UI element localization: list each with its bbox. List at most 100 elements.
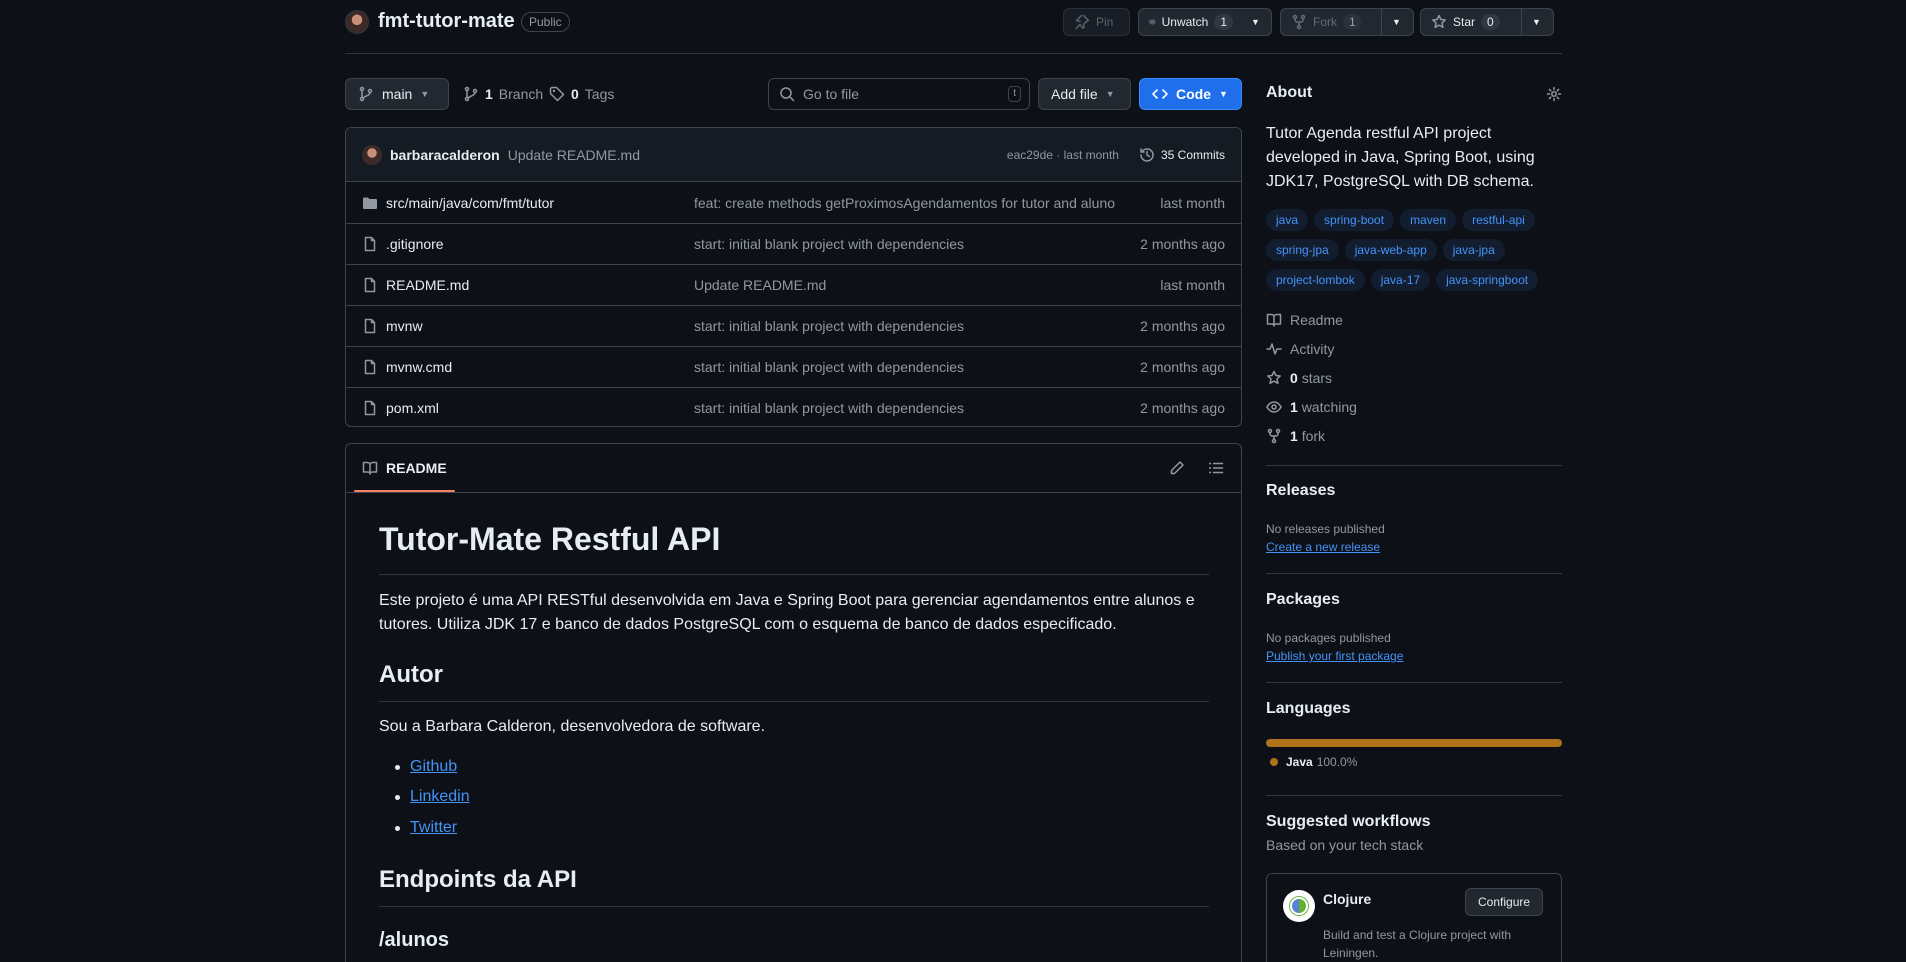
readme-link[interactable]: Readme: [1266, 305, 1556, 334]
packages-heading[interactable]: Packages: [1266, 591, 1340, 609]
fork-dropdown-icon[interactable]: ▼: [1381, 9, 1411, 35]
fork-count: 1: [1343, 14, 1362, 30]
file-icon: [364, 400, 376, 416]
tags-link[interactable]: 0 Tags: [549, 86, 614, 102]
language-bar-java: [1266, 739, 1562, 747]
code-button[interactable]: Code ▼: [1139, 78, 1242, 110]
pin-button[interactable]: Pin: [1063, 8, 1130, 36]
workflow-description: Build and test a Clojure project with Le…: [1323, 928, 1512, 960]
topic-tag[interactable]: spring-boot: [1314, 209, 1395, 231]
file-name[interactable]: mvnw: [386, 318, 423, 334]
latest-commit-bar: barbaracalderon Update README.md eac29de…: [346, 128, 1241, 182]
commit-author-avatar[interactable]: [362, 144, 382, 165]
packages-empty: No packages published: [1266, 631, 1391, 645]
file-commit-message[interactable]: start: initial blank project with depend…: [694, 359, 1140, 375]
file-row[interactable]: mvnw.cmd start: initial blank project wi…: [346, 346, 1241, 387]
file-name[interactable]: .gitignore: [386, 236, 444, 252]
repo-name[interactable]: fmt-tutor-mate: [378, 10, 515, 33]
file-commit-message[interactable]: start: initial blank project with depend…: [694, 400, 1140, 416]
topic-tag[interactable]: spring-jpa: [1266, 239, 1339, 261]
create-release-link[interactable]: Create a new release: [1266, 540, 1380, 554]
activity-link[interactable]: Activity: [1266, 334, 1556, 363]
watching-link[interactable]: 1 watching: [1266, 392, 1556, 421]
book-icon: [1266, 313, 1282, 327]
gear-icon[interactable]: [1546, 86, 1562, 102]
file-row[interactable]: README.md Update README.md last month: [346, 264, 1241, 305]
commits-link[interactable]: 35 Commits: [1139, 147, 1225, 163]
add-file-label: Add file: [1051, 86, 1098, 102]
file-date: 2 months ago: [1140, 359, 1225, 375]
stars-link[interactable]: 0 stars: [1266, 363, 1556, 392]
go-to-file-input[interactable]: Go to file t: [768, 78, 1030, 110]
twitter-link[interactable]: Twitter: [410, 819, 457, 837]
list-icon[interactable]: [1208, 460, 1224, 476]
unwatch-button[interactable]: Unwatch 1 ▼: [1138, 8, 1272, 36]
publish-package-link[interactable]: Publish your first package: [1266, 649, 1403, 663]
topic-tag[interactable]: java-springboot: [1436, 269, 1539, 291]
star-button[interactable]: Star 0 ▼: [1420, 8, 1554, 36]
readme-intro: Este projeto é uma API RESTful desenvolv…: [379, 592, 1195, 633]
file-commit-message[interactable]: start: initial blank project with depend…: [694, 236, 1140, 252]
file-date: last month: [1160, 194, 1225, 211]
topic-tag[interactable]: java-17: [1370, 269, 1431, 291]
stars-count: 0: [1290, 369, 1298, 386]
readme-link-item: Github: [395, 758, 457, 776]
fork-button[interactable]: Fork 1 ▼: [1280, 8, 1414, 36]
readme-endpoints-heading: Endpoints da API: [379, 866, 577, 893]
commit-author[interactable]: barbaracalderon: [390, 147, 500, 163]
add-file-button[interactable]: Add file ▼: [1038, 78, 1131, 110]
chevron-down-icon: ▼: [1219, 89, 1228, 99]
file-name[interactable]: src/main/java/com/fmt/tutor: [386, 195, 554, 211]
fork-label: fork: [1301, 427, 1326, 444]
file-icon: [364, 318, 376, 334]
readme-tab-underline: [354, 490, 455, 492]
topic-tag[interactable]: project-lombok: [1266, 269, 1365, 291]
sidebar-divider: [1266, 465, 1562, 466]
branches-link[interactable]: 1 Branch: [463, 86, 543, 102]
branch-select[interactable]: main ▼: [345, 78, 449, 110]
releases-heading[interactable]: Releases: [1266, 482, 1335, 500]
linkedin-link[interactable]: Linkedin: [410, 788, 470, 806]
commit-message[interactable]: Update README.md: [508, 147, 640, 163]
search-icon: [780, 87, 795, 102]
topic-tag[interactable]: maven: [1400, 209, 1457, 231]
topic-tag[interactable]: restful-api: [1462, 209, 1535, 231]
branch-label: Branch: [498, 86, 544, 102]
clojure-logo-icon: [1283, 890, 1315, 922]
readme-header: README: [346, 444, 1241, 493]
topic-tag[interactable]: java-web-app: [1344, 239, 1437, 261]
configure-button[interactable]: Configure: [1465, 888, 1544, 916]
visibility-badge: Public: [521, 12, 570, 32]
readme-tab[interactable]: README: [362, 460, 447, 476]
github-link[interactable]: Github: [410, 758, 457, 776]
pencil-icon[interactable]: [1169, 460, 1185, 476]
tag-icon: [549, 86, 565, 102]
bullet: [395, 825, 400, 831]
owner-avatar[interactable]: [345, 10, 369, 34]
file-name[interactable]: mvnw.cmd: [386, 359, 452, 375]
file-commit-message[interactable]: Update README.md: [694, 277, 1160, 293]
language-item[interactable]: Java 100.0%: [1270, 755, 1357, 769]
file-row[interactable]: mvnw start: initial blank project with d…: [346, 305, 1241, 346]
file-icon: [364, 277, 376, 293]
file-row[interactable]: pom.xml start: initial blank project wit…: [346, 387, 1241, 428]
fork-label: Fork: [1313, 15, 1337, 29]
header-divider: [345, 53, 1562, 54]
workflow-card: Clojure Configure Build and test a Cloju…: [1266, 873, 1562, 962]
commit-hash-time[interactable]: eac29de · last month: [1007, 148, 1119, 162]
topic-tag[interactable]: java-jpa: [1442, 239, 1505, 261]
unwatch-dropdown-icon[interactable]: ▼: [1243, 17, 1268, 27]
readme-link-item: Linkedin: [395, 788, 470, 806]
file-name[interactable]: pom.xml: [386, 400, 439, 416]
file-date: last month: [1160, 277, 1225, 293]
readme-tab-label: README: [386, 460, 447, 476]
topic-tag[interactable]: java: [1266, 209, 1309, 231]
file-name[interactable]: README.md: [386, 277, 469, 293]
code-icon: [1152, 89, 1168, 99]
file-row[interactable]: src/main/java/com/fmt/tutor feat: create…: [346, 182, 1241, 223]
file-commit-message[interactable]: start: initial blank project with depend…: [694, 318, 1140, 334]
star-dropdown-icon[interactable]: ▼: [1521, 9, 1551, 35]
forks-link[interactable]: 1 fork: [1266, 421, 1556, 450]
file-row[interactable]: .gitignore start: initial blank project …: [346, 223, 1241, 264]
file-commit-message[interactable]: feat: create methods getProximosAgendame…: [694, 195, 1160, 211]
